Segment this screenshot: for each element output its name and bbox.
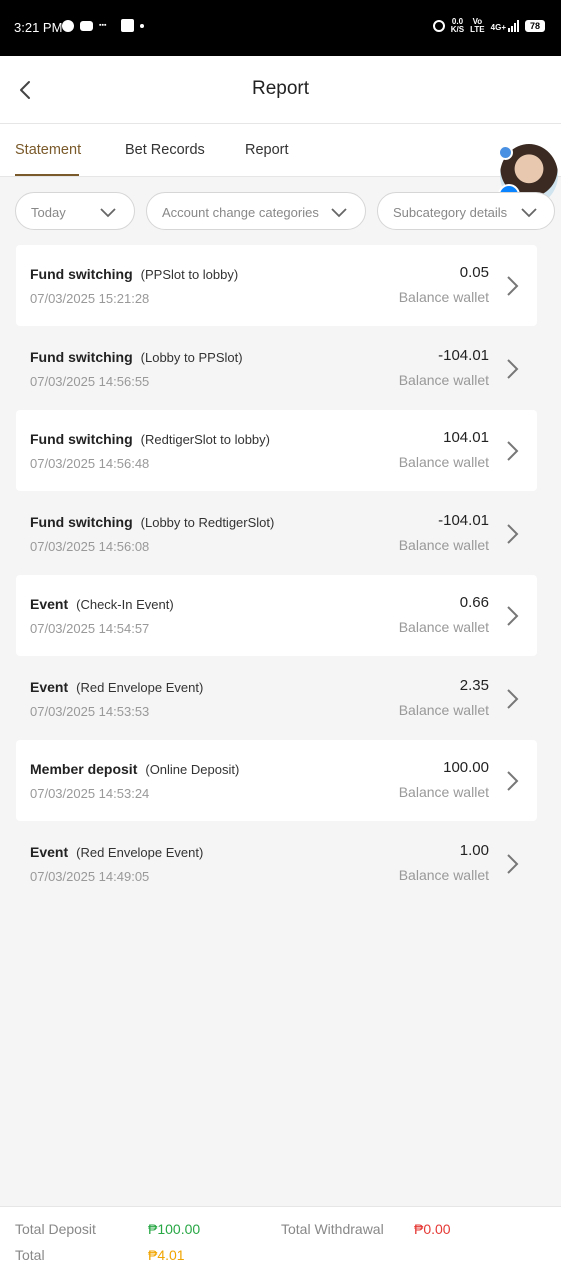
record-date: 07/03/2025 15:21:28 bbox=[30, 291, 150, 306]
list-item[interactable]: Event (Red Envelope Event) 07/03/2025 14:… bbox=[16, 658, 537, 739]
notification-icons: ▪▪▪ bbox=[62, 19, 144, 32]
record-wallet: Balance wallet bbox=[398, 454, 489, 470]
record-wallet: Balance wallet bbox=[398, 372, 489, 388]
tab-bar: Statement Bet Records Report bbox=[0, 124, 561, 177]
list-item[interactable]: Event (Red Envelope Event) 07/03/2025 14:… bbox=[16, 823, 537, 904]
record-wallet: Balance wallet bbox=[398, 289, 489, 305]
youtube-notification-icon bbox=[80, 20, 93, 31]
record-date: 07/03/2025 14:53:24 bbox=[30, 786, 150, 801]
list-item[interactable]: Fund switching (Lobby to PPSlot) 07/03/20… bbox=[16, 328, 537, 409]
total-withdrawal-label: Total Withdrawal bbox=[281, 1221, 384, 1237]
record-detail: (Red Envelope Event) bbox=[76, 680, 204, 695]
record-amount: 100.00 bbox=[443, 759, 489, 776]
record-amount: 0.66 bbox=[459, 594, 489, 611]
online-status-dot bbox=[498, 145, 513, 160]
record-type: Fund switching bbox=[30, 349, 133, 365]
chevron-right-icon bbox=[507, 771, 519, 791]
record-wallet: Balance wallet bbox=[398, 537, 489, 553]
record-wallet: Balance wallet bbox=[398, 867, 489, 883]
active-tab-indicator bbox=[15, 174, 79, 176]
record-type: Member deposit bbox=[30, 761, 138, 777]
chevron-right-icon bbox=[507, 276, 519, 296]
record-detail: (Check-In Event) bbox=[76, 597, 174, 612]
date-filter-label: Today bbox=[31, 205, 66, 220]
total-withdrawal-value: ₱0.00 bbox=[414, 1221, 451, 1237]
record-detail: (Lobby to PPSlot) bbox=[140, 350, 243, 365]
signal-icon: 4G+ bbox=[491, 20, 519, 32]
record-type: Fund switching bbox=[30, 266, 133, 282]
record-type: Fund switching bbox=[30, 431, 133, 447]
status-indicators: 0.0 K/S Vo LTE 4G+ 78 bbox=[432, 17, 545, 34]
chevron-right-icon bbox=[507, 441, 519, 461]
record-date: 07/03/2025 14:56:48 bbox=[30, 456, 150, 471]
app-header: Report bbox=[0, 56, 561, 124]
record-wallet: Balance wallet bbox=[398, 784, 489, 800]
list-item[interactable]: Fund switching (PPSlot to lobby) 07/03/20… bbox=[16, 245, 537, 326]
record-wallet: Balance wallet bbox=[398, 702, 489, 718]
tab-statement[interactable]: Statement bbox=[15, 142, 81, 158]
record-detail: (Online Deposit) bbox=[145, 762, 240, 777]
alarm-icon bbox=[432, 20, 445, 32]
record-type: Event bbox=[30, 679, 69, 695]
tab-bet-records[interactable]: Bet Records bbox=[125, 142, 205, 158]
app-notification-icon: ▪▪▪ bbox=[99, 21, 107, 29]
tab-report[interactable]: Report bbox=[245, 142, 289, 158]
record-amount: 2.35 bbox=[459, 677, 489, 694]
record-date: 07/03/2025 14:53:53 bbox=[30, 704, 150, 719]
total-deposit-label: Total Deposit bbox=[15, 1221, 96, 1237]
filter-bar: Today Account change categories Subcateg… bbox=[0, 192, 561, 230]
record-detail: (PPSlot to lobby) bbox=[140, 267, 239, 282]
chevron-down-icon bbox=[100, 208, 116, 218]
messenger-notification-icon bbox=[62, 19, 74, 32]
date-filter-dropdown[interactable]: Today bbox=[15, 192, 135, 230]
app-square-icon bbox=[121, 19, 134, 32]
network-speed: 0.0 K/S bbox=[450, 17, 465, 34]
record-type: Fund switching bbox=[30, 514, 133, 530]
record-detail: (Red Envelope Event) bbox=[76, 845, 204, 860]
status-time: 3:21 PM bbox=[14, 20, 63, 35]
chevron-right-icon bbox=[507, 606, 519, 626]
record-date: 07/03/2025 14:49:05 bbox=[30, 869, 150, 884]
subcategory-label: Subcategory details bbox=[393, 205, 508, 220]
record-amount: 104.01 bbox=[443, 429, 489, 446]
total-value: ₱4.01 bbox=[148, 1247, 185, 1263]
page-title: Report bbox=[251, 78, 310, 99]
list-item[interactable]: Fund switching (Lobby to RedtigerSlot) 07… bbox=[16, 493, 537, 574]
record-date: 07/03/2025 14:56:55 bbox=[30, 374, 150, 389]
status-bar: 3:21 PM ▪▪▪ 0.0 K/S Vo LTE 4G+ 78 bbox=[0, 0, 561, 56]
list-item[interactable]: Event (Check-In Event) 07/03/2025 14:54:5… bbox=[16, 575, 537, 656]
record-type: Event bbox=[30, 844, 69, 860]
list-item[interactable]: Member deposit (Online Deposit) 07/03/202… bbox=[16, 740, 537, 821]
record-amount: 1.00 bbox=[459, 842, 489, 859]
chevron-down-icon bbox=[521, 208, 537, 218]
record-date: 07/03/2025 14:54:57 bbox=[30, 621, 150, 636]
subcategory-dropdown[interactable]: Subcategory details bbox=[377, 192, 555, 230]
record-detail: (RedtigerSlot to lobby) bbox=[140, 432, 270, 447]
volte-indicator: Vo LTE bbox=[470, 17, 485, 34]
more-notifications-dot-icon bbox=[140, 23, 144, 28]
battery-icon: 78 bbox=[524, 20, 545, 32]
record-date: 07/03/2025 14:56:08 bbox=[30, 539, 150, 554]
total-deposit-value: ₱100.00 bbox=[148, 1221, 201, 1237]
record-amount: 0.05 bbox=[459, 264, 489, 281]
record-wallet: Balance wallet bbox=[398, 619, 489, 635]
account-change-label: Account change categories bbox=[162, 205, 319, 220]
chevron-down-icon bbox=[331, 208, 347, 218]
record-amount: -104.01 bbox=[438, 347, 489, 364]
chevron-right-icon bbox=[507, 524, 519, 544]
chevron-right-icon bbox=[507, 854, 519, 874]
account-change-dropdown[interactable]: Account change categories bbox=[146, 192, 366, 230]
chevron-right-icon bbox=[507, 359, 519, 379]
list-item[interactable]: Fund switching (RedtigerSlot to lobby) 07… bbox=[16, 410, 537, 491]
total-label: Total bbox=[15, 1247, 45, 1263]
chevron-right-icon bbox=[507, 689, 519, 709]
record-amount: -104.01 bbox=[438, 512, 489, 529]
record-type: Event bbox=[30, 596, 69, 612]
summary-footer: Total Deposit ₱100.00 Total Withdrawal ₱… bbox=[0, 1206, 561, 1280]
record-detail: (Lobby to RedtigerSlot) bbox=[140, 515, 275, 530]
